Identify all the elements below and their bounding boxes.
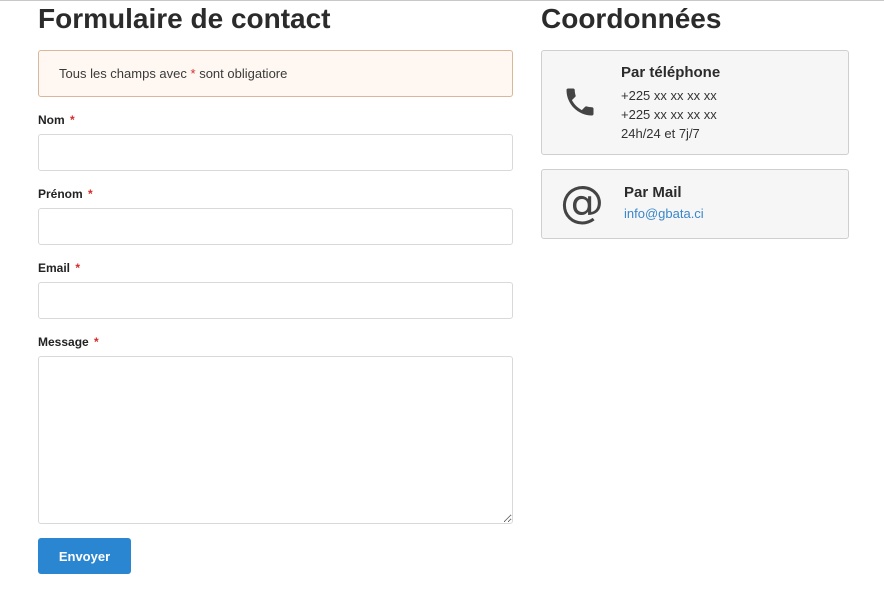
message-label: Message *	[38, 335, 99, 349]
message-required-star: *	[94, 335, 99, 349]
prenom-label: Prénom *	[38, 187, 93, 201]
required-notice: Tous les champs avec * sont obligatiore	[38, 50, 513, 97]
prenom-label-text: Prénom	[38, 187, 83, 201]
phone-number-1: +225 xx xx xx xx	[621, 88, 717, 103]
email-link[interactable]: info@gbata.ci	[624, 206, 704, 221]
mail-card: @ Par Mail info@gbata.ci	[541, 169, 849, 239]
notice-text-after: sont obligatiore	[195, 66, 288, 81]
phone-card: Par téléphone +225 xx xx xx xx +225 xx x…	[541, 50, 849, 155]
mail-card-title: Par Mail	[624, 184, 682, 201]
message-label-text: Message	[38, 335, 89, 349]
form-title: Formulaire de contact	[38, 3, 331, 34]
prenom-required-star: *	[88, 187, 93, 201]
phone-card-title: Par téléphone	[621, 64, 721, 81]
notice-text-before: Tous les champs avec	[59, 66, 191, 81]
contact-title: Coordonnées	[541, 3, 722, 34]
top-divider	[0, 0, 884, 1]
email-label-text: Email	[38, 261, 71, 275]
prenom-input[interactable]	[38, 208, 513, 245]
nom-label-text: Nom	[38, 113, 65, 127]
nom-required-star: *	[70, 113, 75, 127]
email-input[interactable]	[38, 282, 513, 319]
phone-icon	[566, 88, 594, 116]
nom-input[interactable]	[38, 134, 513, 171]
phone-number-2: +225 xx xx xx xx	[621, 107, 717, 122]
message-textarea[interactable]	[38, 356, 513, 524]
nom-label: Nom *	[38, 113, 75, 127]
at-icon: @	[560, 177, 604, 228]
send-button[interactable]: Envoyer	[38, 538, 131, 574]
phone-hours: 24h/24 et 7j/7	[621, 126, 700, 141]
email-required-star: *	[75, 261, 81, 275]
email-label: Email *	[38, 261, 80, 275]
